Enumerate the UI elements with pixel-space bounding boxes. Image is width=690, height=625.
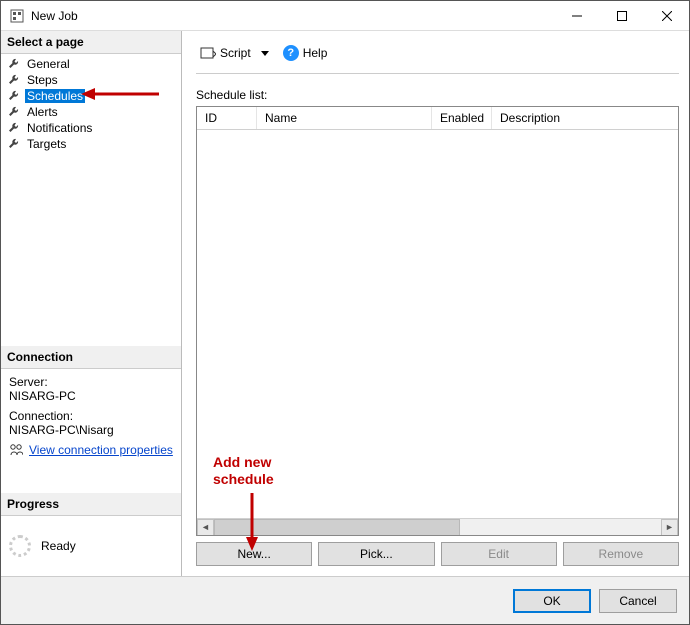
sidebar-item-label: Targets	[25, 137, 68, 151]
help-icon: ?	[283, 45, 299, 61]
grid-body	[197, 130, 678, 518]
horizontal-scrollbar[interactable]: ◄ ►	[197, 518, 678, 535]
app-icon	[9, 8, 25, 24]
script-button[interactable]: Script	[196, 44, 273, 62]
wrench-icon	[7, 57, 21, 71]
scroll-right-icon[interactable]: ►	[661, 519, 678, 536]
progress-panel: Ready	[1, 516, 181, 576]
toolbar: Script ? Help	[196, 39, 679, 74]
sidebar-item-label: General	[25, 57, 72, 71]
sidebar-item-targets[interactable]: Targets	[1, 136, 181, 152]
ok-button[interactable]: OK	[513, 589, 591, 613]
titlebar: New Job	[1, 1, 689, 31]
schedule-list-grid[interactable]: ID Name Enabled Description ◄ ►	[196, 106, 679, 536]
help-button[interactable]: ? Help	[279, 43, 332, 63]
scroll-left-icon[interactable]: ◄	[197, 519, 214, 536]
view-connection-properties-link[interactable]: View connection properties	[29, 443, 173, 457]
column-id[interactable]: ID	[197, 107, 257, 129]
server-value: NISARG-PC	[9, 389, 173, 403]
sidebar-item-schedules[interactable]: Schedules	[1, 88, 181, 104]
chevron-down-icon	[261, 51, 269, 56]
progress-status: Ready	[41, 539, 76, 553]
help-label: Help	[303, 46, 328, 60]
connection-header: Connection	[1, 346, 181, 369]
sidebar: Select a page General Steps Schedules Al…	[1, 31, 182, 576]
column-enabled[interactable]: Enabled	[432, 107, 492, 129]
column-name[interactable]: Name	[257, 107, 432, 129]
sidebar-item-general[interactable]: General	[1, 56, 181, 72]
connection-value: NISARG-PC\Nisarg	[9, 423, 173, 437]
schedule-action-row: New... Pick... Edit Remove	[196, 542, 679, 566]
wrench-icon	[7, 89, 21, 103]
progress-header: Progress	[1, 493, 181, 516]
connection-properties-icon	[9, 443, 23, 457]
dialog-window: New Job Select a page General	[0, 0, 690, 625]
sidebar-item-notifications[interactable]: Notifications	[1, 120, 181, 136]
sidebar-item-label: Alerts	[25, 105, 60, 119]
pick-button[interactable]: Pick...	[318, 542, 434, 566]
progress-spinner-icon	[9, 535, 31, 557]
minimize-button[interactable]	[554, 1, 599, 30]
script-icon	[200, 46, 216, 60]
main-panel: Script ? Help Schedule list: ID Name Ena…	[182, 31, 689, 576]
connection-panel: Server: NISARG-PC Connection: NISARG-PC\…	[1, 369, 181, 463]
schedule-list-label: Schedule list:	[196, 88, 679, 102]
connection-label: Connection:	[9, 409, 173, 423]
window-controls	[554, 1, 689, 30]
wrench-icon	[7, 121, 21, 135]
sidebar-item-label: Notifications	[25, 121, 94, 135]
close-button[interactable]	[644, 1, 689, 30]
cancel-button[interactable]: Cancel	[599, 589, 677, 613]
sidebar-item-label: Schedules	[25, 89, 85, 103]
maximize-button[interactable]	[599, 1, 644, 30]
select-page-header: Select a page	[1, 31, 181, 54]
dialog-footer: OK Cancel	[1, 576, 689, 624]
wrench-icon	[7, 73, 21, 87]
remove-button: Remove	[563, 542, 679, 566]
sidebar-item-steps[interactable]: Steps	[1, 72, 181, 88]
column-description[interactable]: Description	[492, 107, 678, 129]
sidebar-item-label: Steps	[25, 73, 60, 87]
window-title: New Job	[31, 9, 554, 23]
script-label: Script	[220, 46, 251, 60]
scrollbar-thumb[interactable]	[214, 519, 460, 536]
wrench-icon	[7, 105, 21, 119]
grid-header: ID Name Enabled Description	[197, 107, 678, 130]
new-button[interactable]: New...	[196, 542, 312, 566]
server-label: Server:	[9, 375, 173, 389]
edit-button: Edit	[441, 542, 557, 566]
wrench-icon	[7, 137, 21, 151]
sidebar-item-alerts[interactable]: Alerts	[1, 104, 181, 120]
page-list: General Steps Schedules Alerts Notificat…	[1, 54, 181, 154]
